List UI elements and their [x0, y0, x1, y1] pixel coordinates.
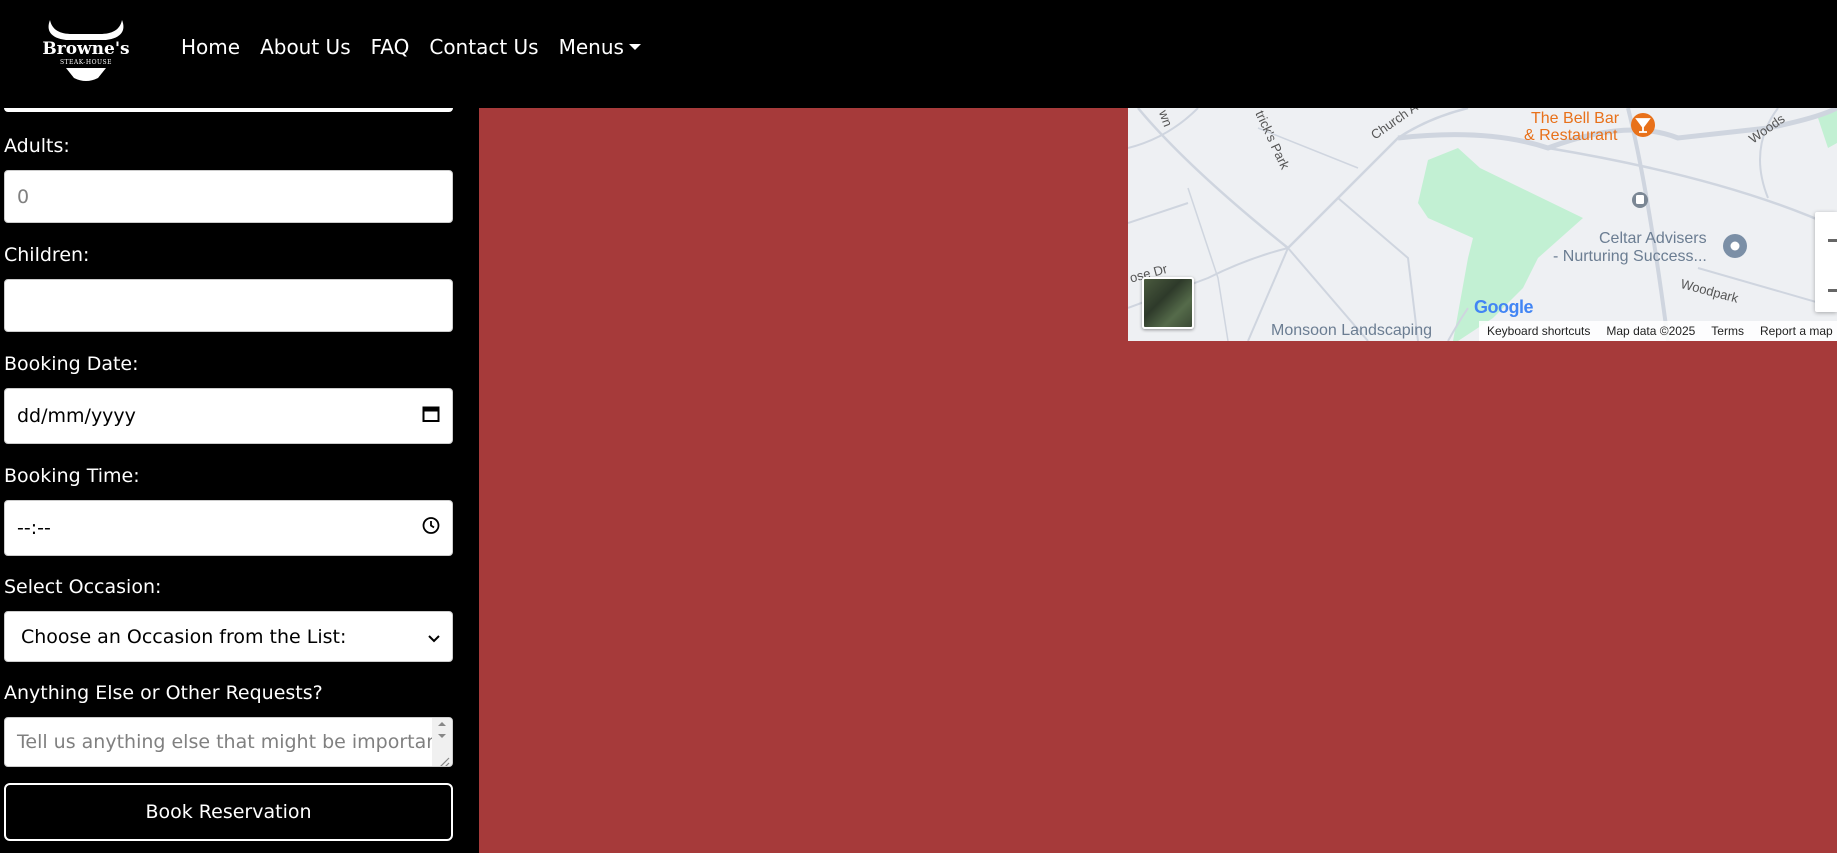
clock-icon[interactable]	[422, 517, 440, 540]
occasion-select[interactable]: Choose an Occasion from the List:	[4, 611, 453, 662]
satellite-toggle-button[interactable]	[1142, 277, 1194, 329]
nav-links: Home About Us FAQ Contact Us Menus	[181, 35, 661, 59]
adults-label: Adults:	[4, 135, 70, 157]
logo-subtext: STEAK-HOUSE	[59, 59, 113, 66]
adults-input[interactable]: 0	[4, 170, 453, 223]
nav-menus-label: Menus	[558, 35, 624, 59]
nav-faq[interactable]: FAQ	[371, 35, 410, 59]
logo-text: Browne's	[42, 39, 130, 59]
occasion-label: Select Occasion:	[4, 576, 162, 598]
caret-down-icon	[628, 43, 641, 50]
requests-placeholder: Tell us anything else that might be impo…	[17, 731, 446, 753]
report-map-link[interactable]: Report a map	[1760, 324, 1833, 338]
top-navbar: Browne's STEAK-HOUSE Home About Us FAQ C…	[0, 0, 1837, 108]
children-input[interactable]	[4, 279, 453, 332]
google-logo: Google	[1474, 297, 1534, 317]
requests-label: Anything Else or Other Requests?	[4, 682, 323, 704]
booking-date-label: Booking Date:	[4, 353, 139, 375]
map-label-celtar-2: - Nurturing Success...	[1553, 248, 1707, 265]
book-reservation-button[interactable]: Book Reservation	[4, 783, 453, 841]
nav-contact-us[interactable]: Contact Us	[429, 35, 538, 59]
map-label-celtar-1: Celtar Advisers	[1599, 230, 1707, 247]
map-label-bell-bar-2: & Restaurant	[1524, 127, 1618, 144]
booking-date-input[interactable]: dd/mm/yyyy	[4, 388, 453, 444]
map-label-bell-bar-1: The Bell Bar	[1531, 110, 1620, 127]
chevron-down-icon	[428, 626, 440, 648]
zoom-in-icon[interactable]	[1828, 239, 1837, 242]
nav-menus-dropdown[interactable]: Menus	[559, 35, 641, 59]
zoom-controls[interactable]	[1815, 212, 1837, 312]
nav-about-us[interactable]: About Us	[260, 35, 351, 59]
google-map[interactable]: The Bell Bar & Restaurant Celtar Adviser…	[1128, 108, 1837, 341]
booking-date-value: dd/mm/yyyy	[17, 405, 136, 427]
previous-input-field[interactable]	[4, 108, 453, 112]
terms-link[interactable]: Terms	[1711, 324, 1744, 338]
map-footer: Keyboard shortcuts Map data ©2025 Terms …	[1479, 321, 1837, 341]
occasion-selected: Choose an Occasion from the List:	[21, 625, 347, 648]
booking-time-label: Booking Time:	[4, 465, 140, 487]
map-data-text: Map data ©2025	[1606, 324, 1696, 338]
booking-time-value: --:--	[17, 517, 51, 539]
calendar-icon[interactable]	[422, 405, 440, 428]
keyboard-shortcuts-link[interactable]: Keyboard shortcuts	[1487, 324, 1590, 338]
textarea-scrollbar[interactable]	[432, 718, 452, 766]
reservation-form: Adults: 0 Children: Booking Date: dd/mm/…	[0, 108, 479, 853]
requests-textarea[interactable]: Tell us anything else that might be impo…	[4, 717, 453, 767]
nav-home[interactable]: Home	[181, 35, 240, 59]
brownes-logo[interactable]: Browne's STEAK-HOUSE	[36, 16, 136, 82]
zoom-out-icon[interactable]	[1828, 289, 1837, 292]
adults-placeholder: 0	[17, 185, 30, 208]
booking-time-input[interactable]: --:--	[4, 500, 453, 556]
children-label: Children:	[4, 244, 90, 266]
map-label-monsoon: Monsoon Landscaping	[1271, 322, 1433, 339]
